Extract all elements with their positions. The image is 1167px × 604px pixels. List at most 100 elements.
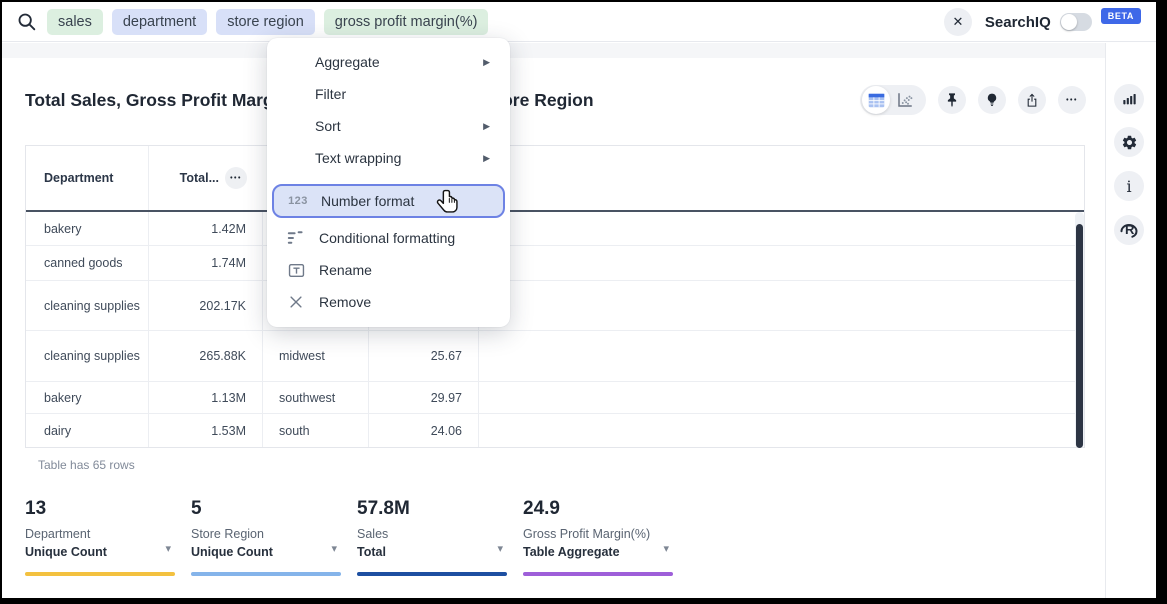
- menu-item-remove[interactable]: Remove: [267, 286, 510, 318]
- card-value: 57.8M: [357, 498, 507, 520]
- searchiq-label: SearchIQ: [985, 14, 1051, 31]
- cell-margin: 29.97: [369, 382, 479, 413]
- more-actions-button[interactable]: •••: [1058, 86, 1086, 114]
- table-mode-button[interactable]: [862, 86, 890, 114]
- table-row[interactable]: bakery 1.42M: [26, 212, 1084, 246]
- cell-total-sales: 1.13M: [149, 382, 263, 413]
- menu-item-label: Number format: [321, 193, 414, 209]
- cell-margin: 24.06: [369, 414, 479, 447]
- beta-badge: BETA: [1101, 8, 1141, 24]
- cell-margin: 25.67: [369, 331, 479, 381]
- chart-panel-button[interactable]: [1114, 84, 1144, 114]
- rename-icon: [285, 262, 307, 279]
- ellipsis-icon: •••: [1066, 97, 1078, 104]
- column-header-department[interactable]: Department: [26, 146, 149, 210]
- cell-store-region: south: [263, 414, 369, 447]
- conditional-formatting-icon: [285, 229, 307, 247]
- cursor-pointer: [435, 188, 462, 215]
- chevron-down-icon[interactable]: ▾: [165, 542, 171, 555]
- menu-item-aggregate[interactable]: Aggregate ▶: [267, 46, 510, 78]
- menu-item-number-format[interactable]: 123 Number format: [272, 184, 505, 218]
- chevron-down-icon[interactable]: ▾: [497, 542, 503, 555]
- search-token-store-region[interactable]: store region: [216, 9, 315, 35]
- cell-department: dairy: [26, 414, 149, 447]
- submenu-arrow-icon: ▶: [483, 121, 490, 132]
- table-header-row: Department Total... •••: [26, 146, 1084, 212]
- menu-item-conditional-formatting[interactable]: Conditional formatting: [267, 222, 510, 254]
- pin-icon: [944, 92, 960, 108]
- info-panel-button[interactable]: i: [1114, 171, 1144, 201]
- search-token-sales[interactable]: sales: [47, 9, 103, 35]
- menu-item-label: Conditional formatting: [319, 230, 455, 246]
- search-token-department[interactable]: department: [112, 9, 207, 35]
- card-label: Department: [25, 527, 175, 541]
- share-button[interactable]: [1018, 86, 1046, 114]
- table-scrollbar-thumb[interactable]: [1076, 224, 1083, 448]
- sidebar-divider: [1105, 43, 1106, 598]
- cell-department: bakery: [26, 382, 149, 413]
- summary-cards: 13 Department Unique Count ▾ 5 Store Reg…: [25, 498, 673, 578]
- pin-button[interactable]: [938, 86, 966, 114]
- info-icon: i: [1126, 177, 1131, 196]
- chevron-down-icon[interactable]: ▾: [331, 542, 337, 555]
- table-row[interactable]: bakery 1.13M southwest 29.97: [26, 382, 1084, 414]
- table-row[interactable]: cleaning supplies 202.17K: [26, 281, 1084, 331]
- search-token-list: sales department store region gross prof…: [47, 9, 488, 35]
- card-aggregation-select[interactable]: Total: [357, 545, 507, 559]
- card-value: 13: [25, 498, 175, 520]
- menu-item-text-wrapping[interactable]: Text wrapping▶: [267, 142, 510, 174]
- menu-item-label: Aggregate: [315, 54, 380, 70]
- table-row[interactable]: canned goods 1.74M: [26, 246, 1084, 281]
- cell-total-sales: 1.53M: [149, 414, 263, 447]
- search-token-gross-profit-margin[interactable]: gross profit margin(%): [324, 9, 489, 35]
- menu-item-label: Sort: [315, 118, 341, 134]
- toggle-knob: [1061, 14, 1077, 30]
- card-value: 24.9: [523, 498, 673, 520]
- r-analysis-button[interactable]: R: [1114, 215, 1144, 245]
- searchiq-toggle[interactable]: [1060, 13, 1092, 31]
- cell-department: cleaning supplies: [26, 281, 149, 330]
- share-icon: [1024, 92, 1040, 108]
- column-menu-button[interactable]: •••: [225, 167, 247, 189]
- cell-department: bakery: [26, 212, 149, 245]
- display-mode-switch: [860, 85, 926, 115]
- column-context-menu: Aggregate ▶ Filter Sort ▶ Text wrapping▶ 1…: [267, 38, 510, 327]
- cell-total-sales: 1.42M: [149, 212, 263, 245]
- submenu-arrow-icon: ▶: [483, 57, 490, 68]
- summary-card-margin: 24.9 Gross Profit Margin(%) Table Aggreg…: [523, 498, 673, 578]
- insights-button[interactable]: [978, 86, 1006, 114]
- card-aggregation-select[interactable]: Table Aggregate: [523, 545, 673, 559]
- card-aggregation-select[interactable]: Unique Count: [191, 545, 341, 559]
- search-bar: sales department store region gross prof…: [2, 2, 1156, 42]
- lightbulb-icon: [984, 92, 1000, 108]
- menu-item-label: Rename: [319, 262, 372, 278]
- menu-item-label: Filter: [315, 86, 346, 102]
- cell-store-region: southwest: [263, 382, 369, 413]
- bar-chart-icon: [1121, 91, 1137, 107]
- ellipsis-icon: •••: [230, 175, 242, 182]
- card-underline: [523, 572, 673, 576]
- menu-item-label: Text wrapping: [315, 150, 401, 166]
- summary-card-store-region: 5 Store Region Unique Count ▾: [191, 498, 341, 578]
- cell-department: cleaning supplies: [26, 331, 149, 381]
- settings-panel-button[interactable]: [1114, 127, 1144, 157]
- chevron-down-icon[interactable]: ▾: [663, 542, 669, 555]
- card-aggregation-select[interactable]: Unique Count: [25, 545, 175, 559]
- column-header-label: Total...: [180, 171, 219, 185]
- menu-item-rename[interactable]: Rename: [267, 254, 510, 286]
- table-row[interactable]: dairy 1.53M south 24.06: [26, 414, 1084, 447]
- app-window: sales department store region gross prof…: [0, 0, 1167, 604]
- r-logo-icon: R: [1119, 220, 1139, 240]
- table-row[interactable]: cleaning supplies 265.88K midwest 25.67: [26, 331, 1084, 382]
- menu-item-sort[interactable]: Sort ▶: [267, 110, 510, 142]
- column-header-total-sales[interactable]: Total... •••: [149, 146, 263, 210]
- topbar-sub-strip: [2, 43, 1105, 58]
- close-icon[interactable]: ✕: [944, 8, 972, 36]
- chart-mode-button[interactable]: [890, 85, 920, 115]
- card-label: Sales: [357, 527, 507, 541]
- menu-item-filter[interactable]: Filter: [267, 78, 510, 110]
- searchiq-controls: ✕ SearchIQ BETA: [944, 2, 1141, 42]
- number-format-icon: 123: [287, 195, 309, 207]
- cell-department: canned goods: [26, 246, 149, 280]
- remove-icon: [285, 295, 307, 309]
